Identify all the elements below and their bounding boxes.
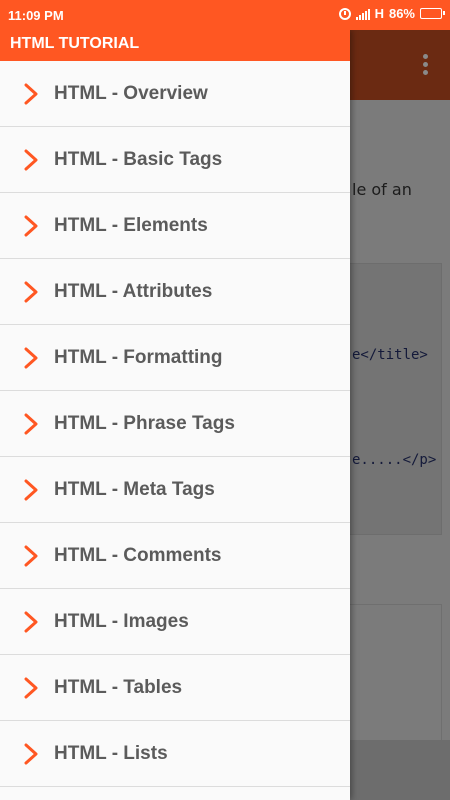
drawer-item-label: HTML - Meta Tags [54, 478, 215, 500]
drawer-item-meta-tags[interactable]: HTML - Meta Tags [0, 457, 350, 523]
status-icons: H 86% [338, 6, 445, 21]
drawer-item-phrase-tags[interactable]: HTML - Phrase Tags [0, 391, 350, 457]
network-type: H [374, 6, 384, 21]
drawer-item-label: HTML - Overview [54, 82, 208, 104]
drawer-item-tables[interactable]: HTML - Tables [0, 655, 350, 721]
chevron-right-icon [24, 347, 38, 368]
background-text: le of an [352, 180, 412, 199]
drawer-item-elements[interactable]: HTML - Elements [0, 193, 350, 259]
overflow-menu-icon [423, 54, 428, 78]
drawer-item-label: HTML - Lists [54, 742, 168, 764]
drawer-item-images[interactable]: HTML - Images [0, 589, 350, 655]
status-bar: 11:09 PM H 86% [0, 0, 450, 30]
drawer-item-label: HTML - Phrase Tags [54, 412, 235, 434]
chevron-right-icon [24, 611, 38, 632]
battery-icon [420, 8, 445, 19]
drawer-item-overview[interactable]: HTML - Overview [0, 61, 350, 127]
drawer-item-basic-tags[interactable]: HTML - Basic Tags [0, 127, 350, 193]
drawer-item-formatting[interactable]: HTML - Formatting [0, 325, 350, 391]
chevron-right-icon [24, 743, 38, 764]
drawer-item-label: HTML - Comments [54, 544, 222, 566]
chevron-right-icon [24, 413, 38, 434]
drawer-item-label: HTML - Elements [54, 214, 208, 236]
chevron-right-icon [24, 545, 38, 566]
chevron-right-icon [24, 83, 38, 104]
navigation-drawer: HTML TUTORIAL HTML - Overview HTML - Bas… [0, 30, 350, 800]
chevron-right-icon [24, 479, 38, 500]
chevron-right-icon [24, 215, 38, 236]
drawer-title: HTML TUTORIAL [0, 30, 350, 61]
drawer-item-label: HTML - Attributes [54, 280, 213, 302]
drawer-item-attributes[interactable]: HTML - Attributes [0, 259, 350, 325]
drawer-item-label: HTML - Images [54, 610, 189, 632]
background-code-line: e.....</p> [352, 452, 437, 468]
chevron-right-icon [24, 149, 38, 170]
chevron-right-icon [24, 281, 38, 302]
background-code-line: e</title> [352, 347, 428, 363]
drawer-menu-list: HTML - Overview HTML - Basic Tags HTML -… [0, 61, 350, 787]
battery-percent: 86% [388, 6, 415, 21]
alarm-icon [338, 7, 351, 20]
signal-icon [355, 8, 370, 20]
drawer-item-label: HTML - Formatting [54, 346, 223, 368]
drawer-item-lists[interactable]: HTML - Lists [0, 721, 350, 787]
drawer-item-label: HTML - Basic Tags [54, 148, 223, 170]
drawer-item-label: HTML - Tables [54, 676, 183, 698]
status-time: 11:09 PM [8, 8, 64, 23]
chevron-right-icon [24, 677, 38, 698]
drawer-item-comments[interactable]: HTML - Comments [0, 523, 350, 589]
screen: le of an e</title> e.....</p> 11:09 PM H… [0, 0, 450, 800]
